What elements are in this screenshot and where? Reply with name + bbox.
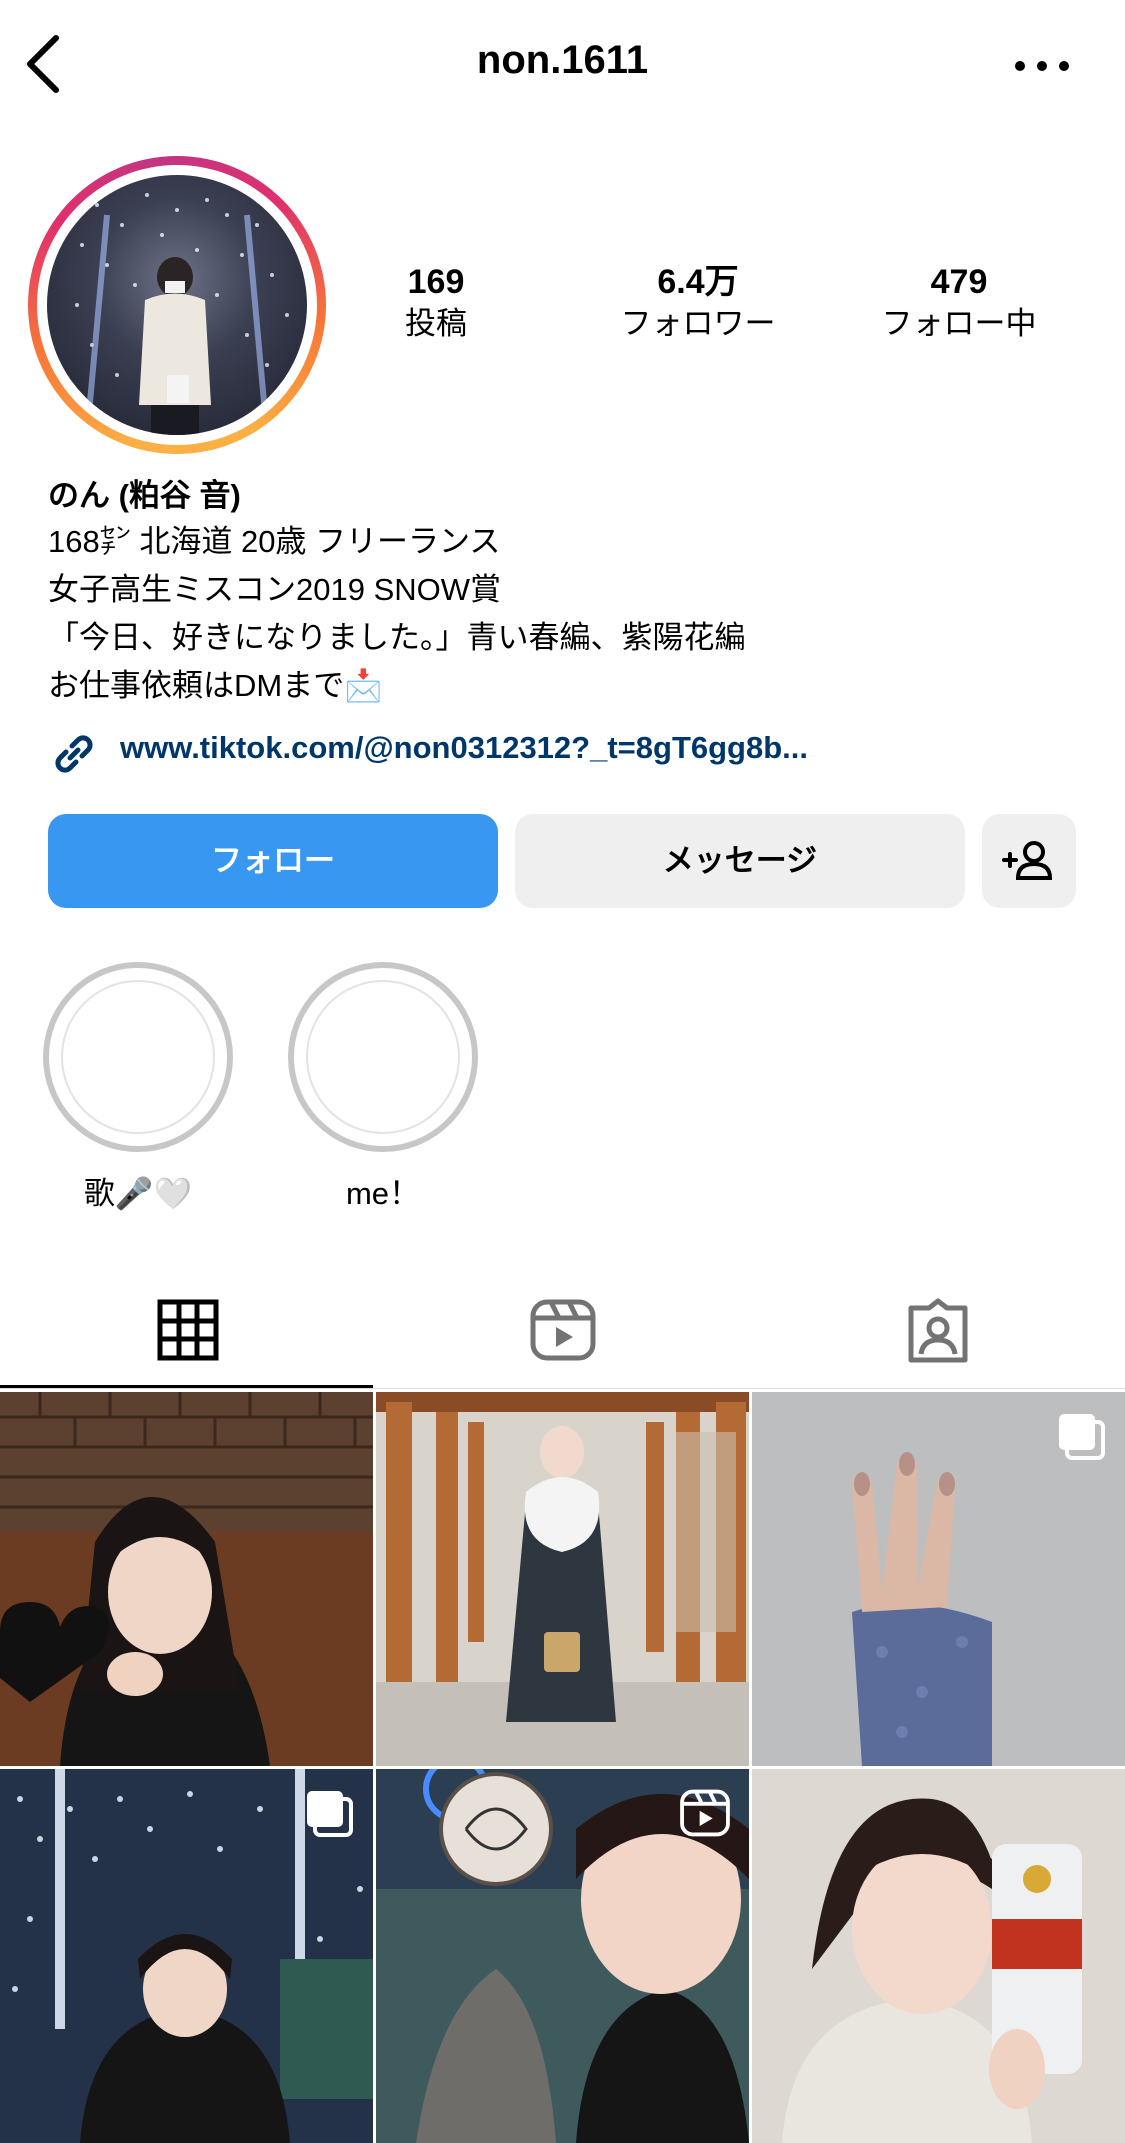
tab-divider [0, 1388, 1125, 1389]
followers-count[interactable]: 6.4万 フォロワー [588, 262, 808, 344]
display-name: のん (粕谷 音) [48, 478, 241, 513]
avatar-story-ring[interactable] [28, 156, 326, 454]
more-options-button[interactable] [1012, 46, 1072, 86]
bio-line: 168㌢ 北海道 20歳 フリーランス [48, 524, 501, 559]
following-count-label: フォロー中 [881, 306, 1037, 341]
following-count-value: 479 [930, 263, 988, 301]
carousel-icon [307, 1791, 353, 1837]
reels-icon [530, 1299, 595, 1361]
post-thumbnail[interactable] [376, 1392, 749, 1766]
bio-line: 女子高生ミスコン2019 SNOW賞 [48, 572, 502, 607]
story-highlight[interactable] [43, 962, 233, 1152]
tab-posts-grid[interactable] [0, 1280, 375, 1390]
posts-count-value: 169 [407, 263, 465, 301]
suggested-users-button[interactable] [982, 814, 1076, 908]
bio-line: お仕事依頼はDMまで📩 [48, 668, 383, 703]
black-heart-decoration [0, 1602, 109, 1702]
post-thumbnail[interactable] [752, 1769, 1125, 2143]
followers-count-label: フォロワー [620, 306, 776, 341]
carousel-icon [1059, 1414, 1105, 1460]
follow-button[interactable]: フォロー [48, 814, 498, 908]
followers-count-value: 6.4万 [657, 263, 739, 301]
profile-link[interactable]: www.tiktok.com/@non0312312?_t=8gT6gg8b..… [120, 730, 808, 766]
post-thumbnail[interactable] [0, 1769, 373, 2143]
post-image [376, 1392, 749, 1766]
post-thumbnail[interactable] [376, 1769, 749, 2143]
story-highlight-label: 歌🎤🤍 [83, 1176, 193, 1211]
story-highlight[interactable] [288, 962, 478, 1152]
post-thumbnail[interactable] [752, 1392, 1125, 1766]
post-thumbnail[interactable] [0, 1392, 373, 1766]
posts-count-label: 投稿 [405, 306, 467, 341]
link-icon [48, 728, 100, 780]
add-user-icon [1002, 841, 1053, 880]
tab-tagged[interactable] [750, 1280, 1125, 1390]
ellipsis-icon [1015, 61, 1069, 71]
bio-line: 「今日、好きになりました。」青い春編、紫陽花編 [48, 620, 746, 655]
post-image [0, 1392, 373, 1766]
grid-icon [157, 1299, 218, 1361]
message-button[interactable]: メッセージ [515, 814, 965, 908]
following-count[interactable]: 479 フォロー中 [849, 262, 1069, 344]
avatar [47, 175, 307, 435]
post-image [752, 1769, 1125, 2143]
posts-count[interactable]: 169 投稿 [326, 262, 546, 344]
story-highlight-label: me！ [345, 1176, 421, 1211]
username-title: non.1611 [476, 38, 649, 82]
tagged-icon [908, 1298, 967, 1363]
tab-reels[interactable] [375, 1280, 750, 1390]
avatar-image [65, 193, 289, 435]
reels-icon [680, 1789, 730, 1837]
